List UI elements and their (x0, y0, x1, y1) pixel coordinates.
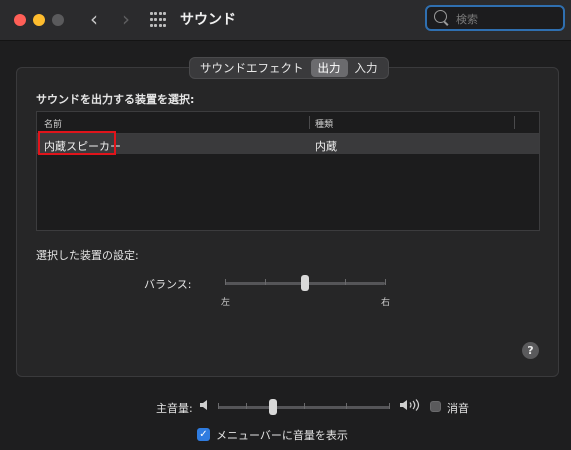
title-bar: ‹ › サウンド (0, 0, 571, 41)
search-icon (434, 10, 447, 23)
device-type: 内蔵 (315, 140, 337, 153)
balance-right-label: 右 (381, 298, 391, 308)
balance-left-label: 左 (221, 298, 231, 308)
menubar-label: メニューバーに音量を表示 (216, 429, 348, 442)
tab-sound-effects[interactable]: サウンドエフェクト (193, 59, 311, 77)
minimize-window-button[interactable] (33, 14, 45, 26)
tick-mark (389, 403, 390, 409)
search-input[interactable] (454, 9, 558, 29)
column-header-type[interactable]: 種類 (315, 117, 333, 130)
tick-mark (218, 403, 219, 409)
device-table[interactable]: 名前 種類 内蔵スピーカー 内蔵 (36, 111, 540, 231)
device-settings-heading: 選択した装置の設定: (36, 249, 139, 262)
tick-mark (265, 279, 266, 285)
tick-mark (225, 279, 226, 285)
column-header-name[interactable]: 名前 (44, 117, 62, 130)
speaker-low-icon (199, 399, 209, 414)
tab-input[interactable]: 入力 (348, 59, 385, 77)
volume-knob[interactable] (269, 399, 277, 415)
grid-icon[interactable] (150, 12, 166, 28)
tick-mark (346, 403, 347, 409)
chevron-left-icon[interactable]: ‹ (83, 8, 105, 30)
search-field[interactable] (425, 5, 565, 31)
menubar-checkbox[interactable]: ✓ (197, 428, 210, 441)
table-row[interactable]: 内蔵スピーカー 内蔵 (37, 131, 539, 155)
output-device-heading: サウンドを出力する装置を選択: (36, 93, 195, 106)
help-icon[interactable]: ? (522, 342, 539, 359)
window-title: サウンド (180, 12, 236, 28)
column-divider (514, 116, 515, 129)
mute-label: 消音 (447, 402, 469, 415)
tick-mark (345, 279, 346, 285)
column-divider (309, 116, 310, 129)
close-window-button[interactable] (14, 14, 26, 26)
zoom-window-button[interactable] (52, 14, 64, 26)
tab-bar: サウンドエフェクト 出力 入力 (189, 57, 389, 79)
tab-output[interactable]: 出力 (310, 59, 348, 77)
tick-mark (304, 403, 305, 409)
highlight-box (38, 131, 116, 155)
balance-knob[interactable] (301, 275, 309, 291)
speaker-high-icon (399, 399, 421, 414)
chevron-right-icon[interactable]: › (115, 8, 137, 30)
mute-checkbox[interactable] (430, 401, 441, 412)
tick-mark (246, 403, 247, 409)
tick-mark (385, 279, 386, 285)
main-volume-label: 主音量: (156, 402, 193, 415)
balance-label: バランス: (144, 278, 192, 291)
